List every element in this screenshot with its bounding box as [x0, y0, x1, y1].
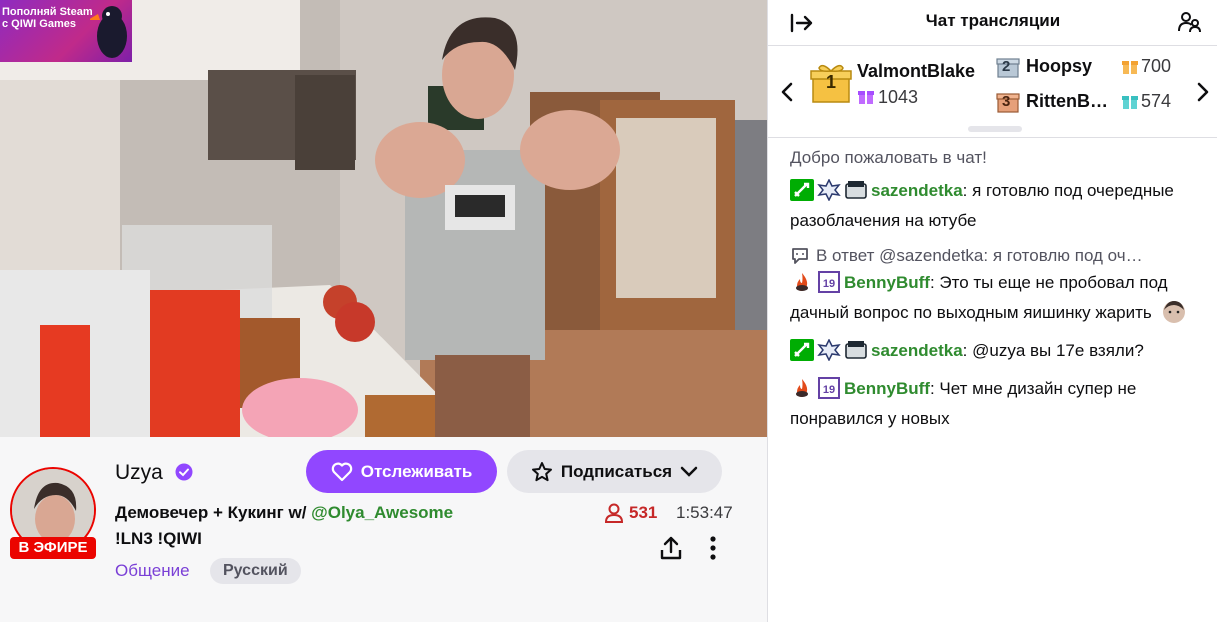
- leader-value-2: 700: [1141, 56, 1172, 76]
- chat-message: 19 BennyBuff: Это ты еще не пробовал под…: [790, 268, 1198, 328]
- video-frame: [0, 0, 767, 437]
- chat-messages: Добро пожаловать в чат! sazendetka: я го…: [768, 140, 1217, 434]
- reply-icon: [792, 248, 808, 264]
- chevron-left-icon[interactable]: [780, 82, 794, 102]
- chat-reply-context: В ответ @sazendetka: я готовлю под оч…: [790, 246, 1198, 266]
- subscribe-button[interactable]: Подписаться: [507, 450, 722, 493]
- live-badge: В ЭФИРЕ: [10, 537, 96, 559]
- chat-username[interactable]: BennyBuff: [844, 273, 930, 292]
- video-player[interactable]: Пополняй Steam с QIWI Games: [0, 0, 767, 437]
- follow-label: Отслеживать: [360, 461, 473, 481]
- svg-text:19: 19: [823, 278, 835, 290]
- chat-panel: Чат трансляции 1 ValmontBlake 1043 2 Hoo…: [767, 0, 1217, 622]
- svg-text:19: 19: [823, 384, 835, 396]
- chat-username[interactable]: sazendetka: [871, 181, 963, 200]
- more-options-icon[interactable]: [703, 535, 723, 561]
- leader-rank-3: 3: [1002, 93, 1011, 110]
- streamer-name[interactable]: Uzya: [115, 461, 163, 485]
- fire-badge-icon: [796, 379, 808, 397]
- chevron-right-icon[interactable]: [1196, 82, 1210, 102]
- viewer-count-value: 531: [629, 503, 658, 522]
- star-icon: [531, 461, 552, 481]
- leader-name-3[interactable]: RittenB…: [1026, 91, 1108, 112]
- sub-gift-icon: [858, 91, 874, 104]
- viewer-count: 531: [603, 502, 657, 524]
- bits-gift-icon: [1122, 61, 1138, 74]
- subscriber-badge-icon: 19: [818, 271, 840, 293]
- share-icon[interactable]: [658, 535, 684, 561]
- chat-title: Чат трансляции: [925, 11, 1061, 30]
- chat-header: Чат трансляции: [768, 0, 1217, 46]
- channel-info: В ЭФИРЕ Uzya Отслеживать Подписаться Дем…: [0, 437, 767, 622]
- chat-welcome: Добро пожаловать в чат!: [790, 148, 987, 167]
- language-tag[interactable]: Русский: [210, 558, 301, 584]
- subscriber-badge-icon: 19: [818, 377, 840, 399]
- promo-bird-icon: [90, 6, 127, 58]
- follow-button[interactable]: Отслеживать: [306, 450, 497, 493]
- glhf-badge-icon: [845, 181, 867, 199]
- star-badge-icon: [817, 179, 841, 201]
- leaderboard-scroll-indicator: [968, 126, 1022, 132]
- leader-value-1: 1043: [878, 87, 919, 107]
- leader-name-1[interactable]: ValmontBlake: [857, 61, 975, 82]
- chat-message-text: : @uzya вы 17е взяли?: [962, 341, 1144, 360]
- stream-title-commands: !LN3 !QIWI: [115, 529, 202, 548]
- chat-message: 19 BennyBuff: Чет мне дизайн супер не по…: [790, 374, 1198, 434]
- subscribe-label: Подписаться: [560, 461, 673, 481]
- verified-icon: [175, 463, 193, 481]
- title-mention-link[interactable]: @Olya_Awesome: [311, 503, 453, 522]
- moderator-badge-icon: [790, 339, 814, 361]
- glhf-badge-icon: [845, 341, 867, 359]
- star-badge-icon: [817, 339, 841, 361]
- category-link[interactable]: Общение: [115, 561, 190, 581]
- stream-uptime: 1:53:47: [676, 503, 733, 522]
- stream-title-text: Демовечер + Кукинг w/: [115, 503, 312, 522]
- gift-leaderboard: 1 ValmontBlake 1043 2 Hoopsy 700 3 Ritte…: [768, 46, 1217, 138]
- leader-rank-2: 2: [1002, 58, 1011, 75]
- promo-banner[interactable]: Пополняй Steam с QIWI Games: [0, 0, 132, 62]
- heart-icon: [331, 462, 352, 481]
- promo-line-2: с QIWI Games: [2, 18, 76, 30]
- chevron-down-icon: [680, 466, 698, 477]
- chat-message-text: : Чет мне дизайн супер не понравился у н…: [790, 379, 1137, 428]
- moderator-badge-icon: [790, 179, 814, 201]
- chat-username[interactable]: sazendetka: [871, 341, 963, 360]
- leader-name-2[interactable]: Hoopsy: [1026, 56, 1092, 77]
- face-emote-icon: [1162, 301, 1185, 323]
- chat-username[interactable]: BennyBuff: [844, 379, 930, 398]
- stream-title: Демовечер + Кукинг w/ @Olya_Awesome: [115, 503, 453, 523]
- chat-message: sazendetka: @uzya вы 17е взяли?: [790, 336, 1198, 366]
- chat-message: sazendetka: я готовлю под очередные разо…: [790, 176, 1198, 236]
- fire-badge-icon: [796, 273, 808, 291]
- reply-text[interactable]: В ответ @sazendetka: я готовлю под оч…: [816, 246, 1143, 266]
- leader-value-3: 574: [1141, 91, 1172, 111]
- viewers-icon: [604, 503, 624, 523]
- promo-line-1: Пополняй Steam: [2, 6, 93, 18]
- app-root: Пополняй Steam с QIWI Games В ЭФИРЕ Uzya: [0, 0, 1217, 622]
- community-icon[interactable]: [1178, 10, 1202, 34]
- leader-rank-1: 1: [825, 72, 836, 92]
- teal-gift-icon: [1122, 96, 1138, 109]
